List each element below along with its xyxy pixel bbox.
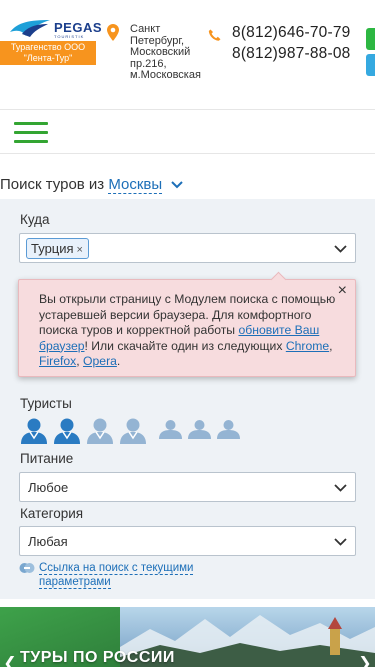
office-address: Санкт Петербург, Московский пр.216, м.Мо… bbox=[130, 23, 201, 82]
meal-value: Любое bbox=[28, 480, 69, 495]
destination-select[interactable]: Турция × bbox=[19, 233, 356, 263]
pegas-logo[interactable]: PEGAS TOURISTIK Турагенство ООО "Лента-Т… bbox=[0, 16, 102, 65]
tourists-label: Туристы bbox=[20, 396, 72, 411]
banner-prev-arrow-icon[interactable]: ❮ bbox=[2, 653, 18, 667]
category-label: Категория bbox=[20, 506, 84, 521]
meal-label: Питание bbox=[20, 451, 74, 466]
search-prefix: Поиск туров из bbox=[0, 176, 105, 193]
destination-label: Куда bbox=[20, 212, 50, 227]
search-form: Куда Турция × Туристы Питание Любое Кате… bbox=[0, 199, 375, 599]
meal-select[interactable]: Любое bbox=[19, 472, 356, 502]
child-icon[interactable] bbox=[186, 419, 213, 439]
origin-city-link[interactable]: Москвы bbox=[108, 176, 163, 194]
promo-banner[interactable]: ТУРЫ ПО РОССИИ ❮ ❯ bbox=[0, 607, 375, 667]
chevron-down-icon bbox=[334, 484, 347, 492]
chevron-down-icon bbox=[334, 538, 347, 546]
location-pin-icon bbox=[107, 24, 119, 41]
adult-icon[interactable] bbox=[19, 417, 49, 445]
telegram-badge[interactable] bbox=[366, 54, 375, 76]
firefox-link[interactable]: Firefox bbox=[39, 354, 76, 368]
logo-bird-icon bbox=[10, 20, 50, 37]
adult-icon[interactable] bbox=[52, 417, 82, 445]
chevron-down-icon bbox=[334, 245, 347, 253]
remove-tag-icon[interactable]: × bbox=[77, 244, 83, 256]
category-value: Любая bbox=[28, 534, 68, 549]
banner-title: ТУРЫ ПО РОССИИ bbox=[20, 649, 175, 666]
phone-number-1[interactable]: 8(812)646-70-79 bbox=[232, 24, 350, 42]
adult-icon-inactive[interactable] bbox=[118, 417, 148, 445]
phone-icon bbox=[208, 29, 221, 41]
category-select[interactable]: Любая bbox=[19, 526, 356, 556]
logo-subtext: TOURISTIK bbox=[54, 34, 85, 39]
destination-tag[interactable]: Турция × bbox=[26, 238, 89, 259]
banner-next-arrow-icon[interactable]: ❯ bbox=[357, 653, 373, 667]
phone-number-2[interactable]: 8(812)987-88-08 bbox=[232, 45, 350, 63]
menu-hamburger-icon[interactable] bbox=[14, 122, 48, 143]
whatsapp-badge[interactable] bbox=[366, 28, 375, 50]
opera-link[interactable]: Opera bbox=[83, 354, 117, 368]
adult-icon-inactive[interactable] bbox=[85, 417, 115, 445]
child-icon[interactable] bbox=[215, 419, 242, 439]
logo-text: PEGAS bbox=[54, 20, 103, 35]
outdated-browser-alert: Вы открыли страницу с Модулем поиска с п… bbox=[18, 271, 356, 377]
close-icon[interactable]: × bbox=[338, 282, 347, 300]
alert-message: Вы открыли страницу с Модулем поиска с п… bbox=[39, 292, 336, 368]
child-icon[interactable] bbox=[157, 419, 184, 439]
chrome-link[interactable]: Chrome bbox=[286, 339, 329, 353]
chevron-down-icon[interactable] bbox=[171, 181, 184, 189]
link-icon bbox=[19, 563, 35, 573]
nav-bar bbox=[0, 110, 375, 154]
agency-name: Турагенство ООО "Лента-Тур" bbox=[0, 41, 96, 65]
site-header: PEGAS TOURISTIK Турагенство ООО "Лента-Т… bbox=[0, 0, 375, 110]
logo-mark: PEGAS TOURISTIK bbox=[2, 16, 102, 40]
search-origin: Поиск туров из Москвы bbox=[0, 176, 184, 194]
